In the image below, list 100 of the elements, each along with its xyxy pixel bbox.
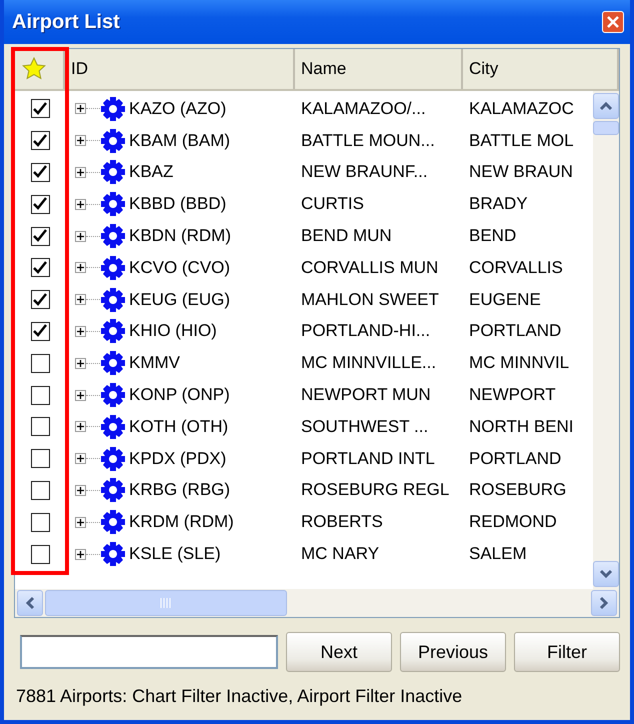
expand-icon[interactable]	[75, 484, 86, 496]
airport-name: BEND MUN	[300, 226, 393, 246]
expand-icon[interactable]	[75, 390, 86, 401]
airport-city: CORVALLIS	[468, 258, 564, 278]
star-icon[interactable]	[21, 56, 47, 82]
checkbox[interactable]	[30, 417, 50, 436]
expand-icon[interactable]	[75, 262, 86, 274]
checkbox[interactable]	[30, 99, 50, 118]
scroll-thumb[interactable]	[593, 121, 619, 135]
expand-icon[interactable]	[75, 230, 86, 242]
airport-id: KSLE (SLE)	[129, 544, 221, 564]
checkbox[interactable]	[30, 449, 50, 468]
airport-id: KBBD (BBD)	[129, 194, 226, 214]
gear-icon	[100, 382, 126, 408]
checkbox[interactable]	[30, 290, 50, 310]
airport-city: MC MINNVIL	[468, 353, 570, 374]
gear-icon	[100, 286, 126, 313]
airport-id: KONP (ONP)	[129, 385, 230, 406]
airport-city: PORTLAND	[468, 321, 562, 342]
checkbox[interactable]	[30, 386, 50, 405]
airport-city: BEND	[468, 226, 518, 246]
status-text: 7881 Airports: Chart Filter Inactive, Airport Filter Inactive	[16, 686, 464, 707]
airport-name: BATTLE MOUN...	[300, 130, 436, 151]
column-header[interactable]: City	[463, 49, 619, 89]
expand-icon[interactable]	[75, 516, 86, 528]
airport-city: EUGENE	[468, 290, 542, 310]
expand-icon[interactable]	[75, 294, 86, 306]
checkbox[interactable]	[30, 194, 50, 214]
checkbox[interactable]	[30, 131, 50, 150]
gear-icon	[100, 350, 126, 376]
gear-icon	[100, 223, 126, 250]
airport-city: SALEM	[468, 544, 528, 564]
expand-icon[interactable]	[75, 135, 86, 146]
airport-name: ROBERTS	[300, 512, 384, 532]
gear-icon	[100, 191, 126, 218]
gear-icon	[100, 509, 126, 536]
airport-city: BATTLE MOL	[468, 130, 575, 151]
expand-icon[interactable]	[75, 166, 86, 178]
expand-icon[interactable]	[75, 548, 86, 560]
gear-icon	[100, 96, 126, 122]
airport-city: ROSEBURG	[468, 480, 568, 500]
expand-icon[interactable]	[75, 326, 86, 337]
gear-icon	[100, 541, 126, 568]
airport-name: MC NARY	[300, 544, 380, 564]
checkbox[interactable]	[30, 354, 50, 373]
airport-name: SOUTHWEST ...	[300, 416, 430, 437]
airport-city: REDMOND	[468, 512, 558, 532]
checkbox[interactable]	[30, 480, 50, 500]
gear-icon	[100, 318, 126, 344]
column-header[interactable]: Name	[295, 49, 463, 89]
grip-icon	[160, 598, 172, 608]
gear-icon	[100, 128, 126, 154]
expand-icon[interactable]	[75, 358, 86, 369]
airport-city: PORTLAND	[468, 448, 562, 469]
gear-icon	[100, 477, 126, 504]
airport-name: PORTLAND INTL	[300, 448, 436, 469]
gear-icon	[100, 254, 126, 281]
airport-id: KBAZ	[129, 162, 174, 182]
airport-id: KHIO (HIO)	[129, 321, 217, 342]
close-button[interactable]	[602, 11, 624, 33]
checkbox[interactable]	[30, 226, 50, 246]
action-button[interactable]: Filter	[514, 632, 620, 672]
airport-id: KBAM (BAM)	[129, 130, 230, 151]
horizontal-scrollbar[interactable]	[15, 589, 619, 617]
checkbox[interactable]	[30, 162, 50, 182]
gear-icon	[100, 159, 126, 186]
airport-name: NEWPORT MUN	[300, 385, 432, 406]
airport-id: KOTH (OTH)	[129, 416, 228, 437]
gear-icon	[100, 446, 126, 472]
checkbox[interactable]	[30, 544, 50, 564]
expand-icon[interactable]	[75, 198, 86, 210]
airport-id: KAZO (AZO)	[129, 98, 226, 119]
column-header[interactable]: ID	[65, 49, 295, 89]
checkbox[interactable]	[30, 512, 50, 532]
expand-icon[interactable]	[75, 103, 86, 114]
search-field[interactable]	[20, 635, 278, 669]
airport-id: KCVO (CVO)	[129, 258, 230, 278]
checkbox[interactable]	[30, 258, 50, 278]
action-button[interactable]: Previous	[400, 632, 506, 672]
airport-id: KEUG (EUG)	[129, 290, 230, 310]
gear-icon	[100, 414, 126, 440]
airport-id: KRDM (RDM)	[129, 512, 234, 532]
airport-name: KALAMAZOO/...	[300, 98, 427, 119]
airport-city: NEWPORT	[468, 385, 557, 406]
airport-name: MC MINNVILLE...	[300, 353, 438, 374]
action-button[interactable]: Next	[286, 632, 392, 672]
airport-city: NORTH BENI	[468, 416, 575, 437]
airport-name: MAHLON SWEET	[300, 290, 440, 310]
close-icon	[607, 16, 619, 28]
airport-id: KMMV	[129, 353, 180, 374]
airport-id: KRBG (RBG)	[129, 480, 230, 500]
airport-name: ROSEBURG REGL	[300, 480, 450, 500]
airport-id: KPDX (PDX)	[129, 448, 226, 469]
expand-icon[interactable]	[75, 421, 86, 432]
expand-icon[interactable]	[75, 453, 86, 464]
checkbox[interactable]	[30, 322, 50, 341]
airport-name: CORVALLIS MUN	[300, 258, 440, 278]
vertical-scrollbar[interactable]	[593, 91, 619, 589]
airport-name: NEW BRAUNF...	[300, 162, 429, 182]
scroll-thumb[interactable]	[45, 590, 287, 616]
